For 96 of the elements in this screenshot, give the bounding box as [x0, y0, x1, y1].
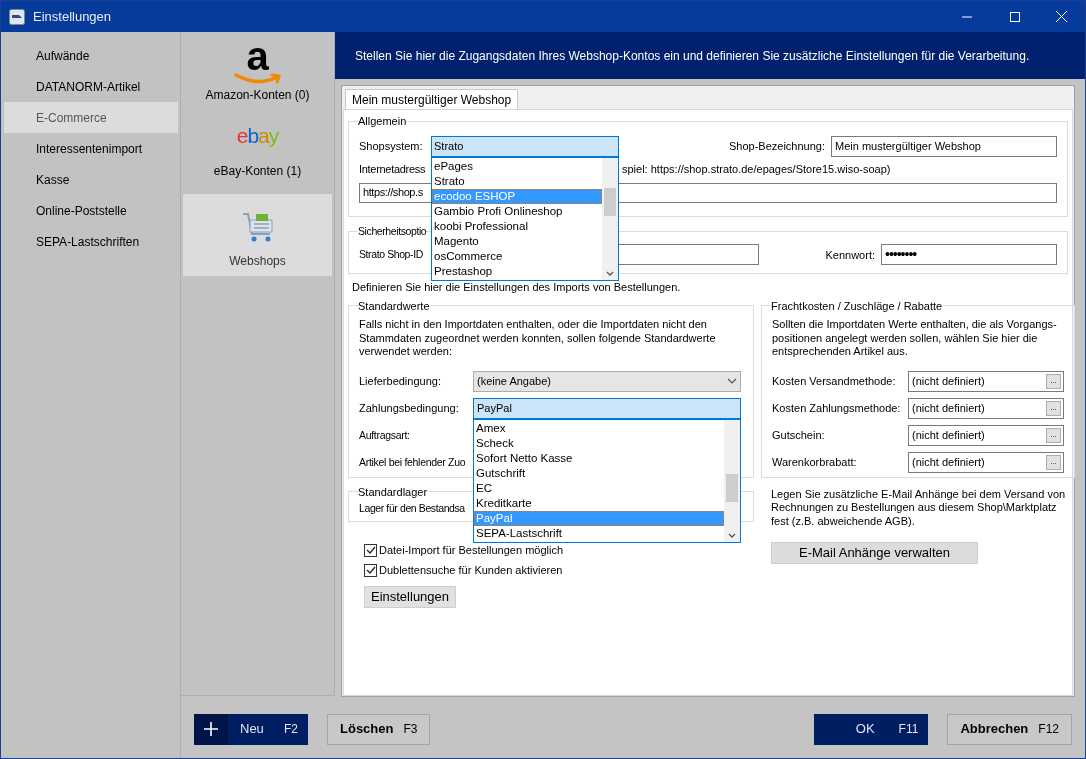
field-label: Lieferbedingung: [359, 374, 441, 387]
sidebar-item[interactable]: Interessentenimport [4, 133, 180, 164]
dropdown-option[interactable]: SEPA-Lastschrift [474, 525, 724, 541]
field-label: Strato Shop-ID [359, 248, 423, 261]
hint-text: spiel: https://shop.strato.de/epages/Store15.wiso-soap) [622, 162, 891, 178]
browse-button[interactable]: ... [1046, 454, 1061, 470]
dropdown-option[interactable]: Scheck [474, 435, 724, 451]
field-label: Kennwort: [825, 247, 875, 263]
dropdown-option[interactable]: Gambio Profi Onlineshop [432, 204, 602, 219]
action-button[interactable]: Abbrechen F12 [947, 713, 1072, 745]
dropdown-option[interactable]: osCommerce [432, 249, 602, 264]
group-title: Frachtkosten / Zuschläge / Rabatte [771, 298, 943, 314]
scrollbar[interactable] [602, 158, 618, 280]
field-label: Gutschein: [772, 427, 826, 443]
ebay-logo: ebay [236, 124, 279, 148]
import-note: Definieren Sie hier die Einstellungen des Imports von Bestellungen. [352, 280, 682, 295]
info-header: Stellen Sie hier die Zugangsdaten Ihres Webshop-Kontos ein und definieren Sie zusätzliche Einstellungen für die Verarbeitung. [335, 32, 1085, 79]
tab[interactable]: Mein mustergültiger Webshop [345, 89, 519, 109]
field-label: Auftragsart: [359, 428, 410, 441]
sidebar-item[interactable]: Kasse [4, 164, 180, 195]
field-label: Kosten Versandmethode: [772, 373, 897, 389]
new-button[interactable]: Neu F2 [194, 713, 308, 745]
close-icon[interactable] [1056, 11, 1067, 22]
sidebar-item[interactable]: SEPA-Lastschriften [4, 226, 180, 257]
dropdown-option[interactable]: Kreditkarte [474, 495, 724, 511]
shopping-cart-icon [240, 210, 275, 244]
group-title: Standardwerte [358, 298, 430, 314]
article-field[interactable]: (nicht definiert) ... [908, 397, 1064, 419]
group-title: Standardlager [358, 484, 428, 500]
account-tile[interactable]: ebay eBay-Konten (1) [183, 118, 332, 180]
dropdown-option[interactable]: Prestashop [432, 264, 602, 279]
group-title: Allgemein [358, 114, 407, 129]
manage-attachments-button[interactable]: E-Mail Anhänge verwalten [771, 542, 978, 564]
sidebar-item[interactable]: Online-Poststelle [4, 195, 180, 226]
account-tile[interactable]: a Amazon-Konten (0) [183, 42, 332, 104]
field-label: Lager für den Bestandsa [359, 502, 465, 514]
description-text: Falls nicht in den Importdaten enthalten, oder die Importdaten nicht den Stammdaten zugeordnet werden konnten, sollen folgende Standardwerte verwendet werden: [359, 318, 717, 359]
checkbox[interactable] [364, 563, 377, 577]
ok-button[interactable]: OK F11 [814, 713, 929, 745]
dropdown-option[interactable]: Amex [474, 420, 724, 436]
field-value: (nicht definiert) [912, 454, 985, 470]
sidebar-item[interactable]: E-Commerce [4, 102, 178, 133]
dropdown-option[interactable]: Sofort Netto Kasse [474, 450, 724, 466]
dropdown-option[interactable]: Magento [432, 234, 602, 249]
checkbox-label: Dublettensuche für Kunden aktivieren [379, 562, 563, 578]
chevron-down-icon[interactable] [728, 532, 736, 539]
account-label: Webshops [229, 253, 286, 270]
article-field[interactable]: (nicht definiert) ... [908, 451, 1064, 473]
browse-button[interactable]: ... [1046, 427, 1061, 443]
dropdown-option[interactable]: EC [474, 480, 724, 496]
maximize-icon[interactable] [1010, 11, 1020, 22]
sidebar-item[interactable]: DATANORM-Artikel [4, 71, 180, 102]
browse-button[interactable]: ... [1046, 373, 1061, 389]
field-value: (nicht definiert) [912, 400, 985, 416]
field-value: (nicht definiert) [912, 427, 985, 443]
amazon-logo: a [232, 40, 283, 86]
field-value: (nicht definiert) [912, 373, 985, 389]
field-label: Warenkorbrabatt: [772, 454, 858, 470]
field-label: Artikel bei fehlender Zuo [359, 455, 466, 468]
window-title: Einstellungen [33, 7, 112, 26]
delivery-select[interactable]: (keine Angabe) [473, 370, 741, 392]
shop-system-dropdown[interactable]: Strato [431, 136, 619, 157]
dropdown-option[interactable]: ePages [432, 159, 602, 174]
group-title: Sicherheitsoptio [358, 224, 427, 239]
field-value: https://shop.s [363, 185, 423, 201]
dropdown-option[interactable]: koobi Professional [432, 219, 602, 234]
field-label: Zahlungsbedingung: [359, 401, 459, 414]
scrollbar[interactable] [724, 419, 740, 542]
article-field[interactable]: (nicht definiert) ... [908, 424, 1064, 446]
dropdown-option[interactable]: Gutschrift [474, 465, 724, 481]
scrollbar-thumb[interactable] [604, 188, 616, 216]
field-label: Shop-Bezeichnung: [729, 139, 825, 155]
account-tile[interactable]: Webshops [183, 194, 332, 276]
chevron-down-icon[interactable] [606, 271, 614, 277]
settings-button[interactable]: Einstellungen [364, 585, 456, 608]
scrollbar-thumb[interactable] [726, 473, 738, 502]
field-label: Internetadress [359, 163, 426, 176]
article-field[interactable]: (nicht definiert) ... [908, 370, 1064, 392]
sidebar-item[interactable]: Aufwände [4, 40, 180, 71]
browse-button[interactable]: ... [1046, 400, 1061, 416]
shop-name-field[interactable]: Mein mustergültiger Webshop [831, 136, 1057, 157]
attachments-text: Legen Sie zusätzliche E-Mail Anhänge bei dem Versand von Rechnungen zu Bestellungen aus diesem Shop\Marktplatz fest (z.B. abweichende AGB). [771, 487, 1067, 528]
description-text: Sollten die Importdaten Werte enthalten, die als Vorgangs-positionen angelegt werden sollen, wählen Sie hier die entsprechenden Artikel aus. [772, 318, 1058, 359]
account-label: eBay-Konten (1) [213, 163, 302, 180]
checkbox[interactable] [364, 543, 377, 557]
action-button[interactable]: Löschen F3 [327, 713, 431, 745]
select-value: (keine Angabe) [477, 373, 551, 389]
plus-icon [204, 722, 218, 736]
password-field[interactable]: •••••••• [881, 244, 1057, 266]
account-label: Amazon-Konten (0) [205, 87, 310, 104]
checkbox-label: Datei-Import für Bestellungen möglich [379, 542, 564, 558]
payment-dropdown[interactable]: PayPal [473, 397, 741, 419]
app-icon [9, 8, 25, 25]
field-label: Kosten Zahlungsmethode: [772, 400, 902, 416]
field-label: Shopsystem: [359, 139, 424, 155]
chevron-down-icon [727, 378, 737, 384]
